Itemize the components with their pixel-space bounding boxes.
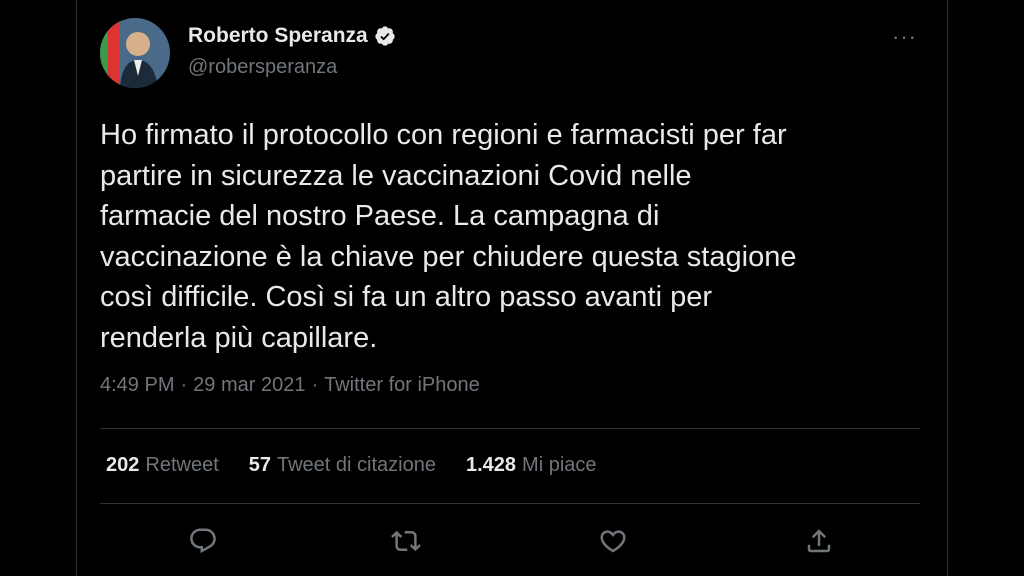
retweets-count: 202 [106, 454, 140, 476]
avatar[interactable] [100, 18, 170, 88]
retweet-icon[interactable] [388, 523, 424, 559]
like-icon[interactable] [595, 523, 631, 559]
author-name[interactable]: Roberto Speranza [188, 24, 368, 48]
divider [100, 503, 920, 504]
meta-separator: · [311, 374, 319, 396]
likes-label: Mi piace [522, 454, 597, 476]
author-handle[interactable]: @robersperanza [188, 56, 337, 79]
tweet-stats: 202 Retweet 57 Tweet di citazione 1.428 … [106, 454, 597, 477]
reply-icon[interactable] [185, 523, 221, 559]
quotes-stat[interactable]: 57 Tweet di citazione [249, 454, 436, 477]
more-icon[interactable]: ··· [892, 24, 917, 50]
tweet-text: Ho firmato il protocollo con regioni e f… [100, 119, 797, 354]
tweet-time[interactable]: 4:49 PM [100, 374, 174, 397]
retweets-label: Retweet [145, 454, 219, 476]
verified-badge-icon [375, 26, 395, 46]
tweet-meta: 4:49 PM · 29 mar 2021 · Twitter for iPho… [100, 374, 480, 397]
share-icon[interactable] [801, 523, 837, 559]
retweets-stat[interactable]: 202 Retweet [106, 454, 219, 477]
author-name-row[interactable]: Roberto Speranza [188, 24, 396, 48]
tweet-source[interactable]: Twitter for iPhone [324, 374, 480, 397]
divider [100, 428, 920, 429]
meta-separator: · [180, 374, 188, 396]
quotes-label: Tweet di citazione [277, 454, 436, 476]
likes-stat[interactable]: 1.428 Mi piace [466, 454, 597, 477]
quotes-count: 57 [248, 454, 271, 476]
likes-count: 1.428 [465, 454, 517, 476]
tweet-date[interactable]: 29 mar 2021 [193, 374, 305, 397]
